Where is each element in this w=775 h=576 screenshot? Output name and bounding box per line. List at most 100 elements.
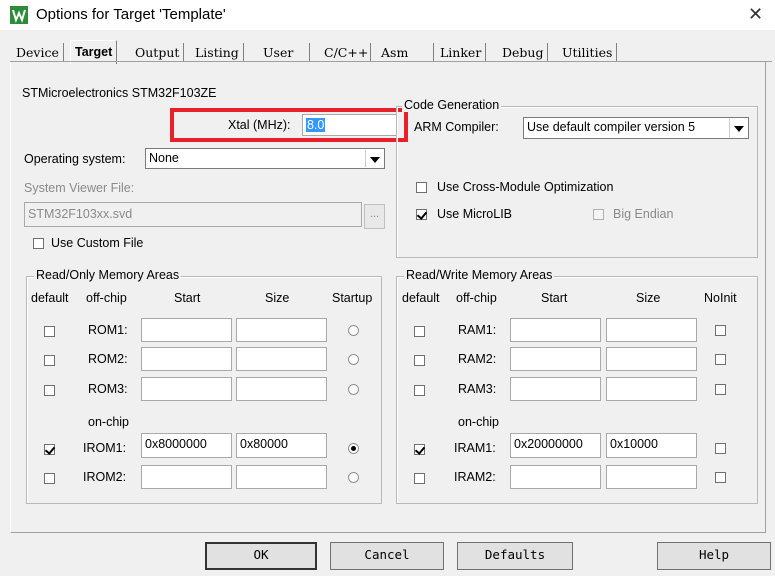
chevron-down-icon <box>729 119 747 137</box>
cancel-button[interactable]: Cancel <box>330 542 444 570</box>
ram3-start-input[interactable] <box>510 377 601 401</box>
iram2-size-input[interactable] <box>606 465 697 489</box>
ram1-size-input[interactable] <box>606 318 697 342</box>
irom1-default-checkbox[interactable] <box>44 444 55 455</box>
ro-header-default: default <box>31 291 69 305</box>
rw-header-noinit: NoInit <box>704 291 737 305</box>
ro-memory-title: Read/Only Memory Areas <box>34 268 182 282</box>
device-name: STMicroelectronics STM32F103ZE <box>22 86 217 100</box>
keil-app-icon <box>10 6 28 24</box>
ro-header-size: Size <box>265 291 290 305</box>
rom1-default-checkbox[interactable] <box>44 326 55 337</box>
irom1-label: IROM1: <box>83 441 127 455</box>
rom1-label: ROM1: <box>88 323 128 337</box>
ram3-noinit-checkbox[interactable] <box>715 384 726 395</box>
iram2-label: IRAM2: <box>454 470 496 484</box>
rom2-startup-radio[interactable] <box>348 354 359 365</box>
microlib-label: Use MicroLIB <box>437 207 513 221</box>
rw-header-default: default <box>402 291 440 305</box>
rw-header-size: Size <box>636 291 661 305</box>
big-endian-label: Big Endian <box>613 207 674 221</box>
irom1-size-input[interactable]: 0x80000 <box>236 433 327 458</box>
rom3-startup-radio[interactable] <box>348 384 359 395</box>
ram2-label: RAM2: <box>458 352 497 366</box>
iram2-default-checkbox[interactable] <box>414 473 425 484</box>
window-title: Options for Target 'Template' <box>36 6 226 23</box>
os-select[interactable]: None <box>145 148 385 169</box>
tab-user[interactable]: User <box>263 43 310 62</box>
tab-linker[interactable]: Linker <box>440 43 487 62</box>
rom1-size-input[interactable] <box>236 318 327 342</box>
microlib-checkbox[interactable] <box>416 209 427 220</box>
tab-cc[interactable]: C/C++ <box>324 43 371 62</box>
rom2-label: ROM2: <box>88 352 128 366</box>
iram1-noinit-checkbox[interactable] <box>715 443 726 454</box>
rom3-label: ROM3: <box>88 382 128 396</box>
ram3-default-checkbox[interactable] <box>414 385 425 396</box>
tab-output[interactable]: Output <box>135 43 185 62</box>
ram1-default-checkbox[interactable] <box>414 326 425 337</box>
ro-header-offchip: off-chip <box>86 291 127 305</box>
rw-onchip-label: on-chip <box>458 415 499 429</box>
title-bar: Options for Target 'Template' ✕ <box>0 0 775 30</box>
ram1-noinit-checkbox[interactable] <box>715 325 726 336</box>
iram1-start-input[interactable]: 0x20000000 <box>510 433 601 458</box>
iram2-noinit-checkbox[interactable] <box>715 472 726 483</box>
cross-module-checkbox[interactable] <box>416 182 427 193</box>
rom3-size-input[interactable] <box>236 377 327 401</box>
ram3-size-input[interactable] <box>606 377 697 401</box>
tab-device[interactable]: Device <box>16 43 64 62</box>
rw-memory-title: Read/Write Memory Areas <box>404 268 555 282</box>
iram1-default-checkbox[interactable] <box>414 444 425 455</box>
irom2-startup-radio[interactable] <box>348 472 359 483</box>
big-endian-checkbox <box>593 209 604 220</box>
iram1-label: IRAM1: <box>454 441 496 455</box>
svd-input: STM32F103xx.svd <box>24 202 362 227</box>
os-label: Operating system: <box>24 152 126 166</box>
iram1-size-input[interactable]: 0x10000 <box>606 433 697 458</box>
irom2-default-checkbox[interactable] <box>44 473 55 484</box>
custom-file-label: Use Custom File <box>51 236 144 250</box>
ro-onchip-label: on-chip <box>88 415 129 429</box>
tab-utilities[interactable]: Utilities <box>562 43 618 62</box>
rom1-startup-radio[interactable] <box>348 325 359 336</box>
cross-module-label: Use Cross-Module Optimization <box>437 180 614 194</box>
rom1-start-input[interactable] <box>141 318 232 342</box>
svd-label: System Viewer File: <box>24 181 135 195</box>
irom2-label: IROM2: <box>83 470 127 484</box>
rw-header-offchip: off-chip <box>456 291 497 305</box>
rw-header-start: Start <box>541 291 568 305</box>
compiler-label: ARM Compiler: <box>414 120 499 134</box>
rom2-size-input[interactable] <box>236 347 327 371</box>
ram2-start-input[interactable] <box>510 347 601 371</box>
irom1-start-input[interactable]: 0x8000000 <box>141 433 232 458</box>
defaults-button[interactable]: Defaults <box>457 542 573 570</box>
irom2-start-input[interactable] <box>141 465 232 489</box>
code-generation-title: Code Generation <box>402 98 502 112</box>
ram3-label: RAM3: <box>458 382 497 396</box>
rom3-default-checkbox[interactable] <box>44 385 55 396</box>
rom3-start-input[interactable] <box>141 377 232 401</box>
custom-file-checkbox[interactable] <box>33 238 44 249</box>
close-icon[interactable]: ✕ <box>748 4 763 25</box>
svd-browse-button: ... <box>364 204 385 229</box>
rom2-start-input[interactable] <box>141 347 232 371</box>
irom2-size-input[interactable] <box>236 465 327 489</box>
ok-button[interactable]: OK <box>205 542 317 570</box>
ram1-start-input[interactable] <box>510 318 601 342</box>
rom2-default-checkbox[interactable] <box>44 355 55 366</box>
ram2-noinit-checkbox[interactable] <box>715 354 726 365</box>
ram1-label: RAM1: <box>458 323 497 337</box>
chevron-down-icon <box>365 150 383 167</box>
tab-debug[interactable]: Debug <box>502 43 549 62</box>
help-button[interactable]: Help <box>657 542 771 570</box>
tab-listing[interactable]: Listing <box>195 43 244 62</box>
ram2-default-checkbox[interactable] <box>414 355 425 366</box>
tab-asm[interactable]: Asm <box>381 43 434 62</box>
highlight-box <box>170 108 408 142</box>
irom1-startup-radio[interactable] <box>348 443 359 454</box>
iram2-start-input[interactable] <box>510 465 601 489</box>
ro-header-startup: Startup <box>332 291 373 305</box>
ram2-size-input[interactable] <box>606 347 697 371</box>
compiler-select[interactable]: Use default compiler version 5 <box>523 117 749 139</box>
